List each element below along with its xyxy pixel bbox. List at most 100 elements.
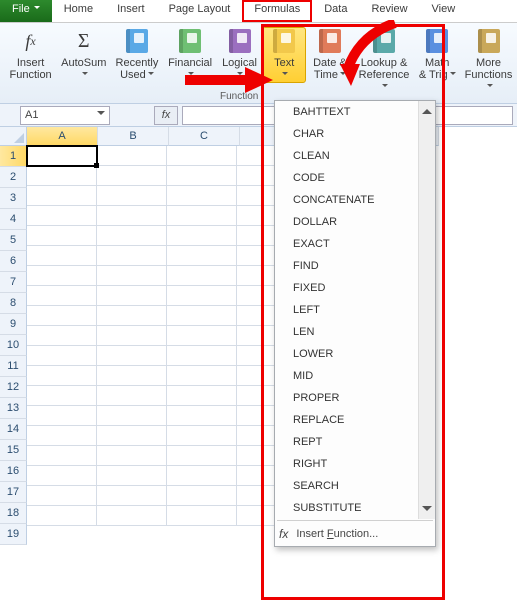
cell[interactable] (237, 486, 277, 506)
dropdown-item[interactable]: REPLACE (275, 409, 435, 431)
cell[interactable] (237, 446, 277, 466)
cell[interactable] (27, 346, 97, 366)
tab-formulas[interactable]: Formulas (242, 0, 312, 22)
dropdown-scrollbar[interactable] (418, 101, 435, 519)
row-header-6[interactable]: 6 (0, 251, 27, 272)
cell[interactable] (167, 146, 237, 166)
cell[interactable] (27, 246, 97, 266)
cell[interactable] (167, 266, 237, 286)
tab-review[interactable]: Review (359, 0, 419, 22)
cell[interactable] (97, 226, 167, 246)
tab-file[interactable]: File (0, 0, 52, 22)
row-header-2[interactable]: 2 (0, 167, 27, 188)
row-header-1[interactable]: 1 (0, 146, 27, 167)
cell[interactable] (27, 166, 97, 186)
chevron-down-icon[interactable] (97, 111, 105, 119)
cell[interactable] (27, 486, 97, 506)
dropdown-insert-function[interactable]: fxInsert Function... (275, 522, 435, 546)
row-header-10[interactable]: 10 (0, 335, 27, 356)
tab-home[interactable]: Home (52, 0, 105, 22)
col-header-c[interactable]: C (169, 127, 240, 146)
cell[interactable] (27, 426, 97, 446)
cell[interactable] (97, 206, 167, 226)
dropdown-item[interactable]: FIND (275, 255, 435, 277)
cell[interactable] (27, 206, 97, 226)
row-header-13[interactable]: 13 (0, 398, 27, 419)
cell[interactable] (167, 346, 237, 366)
row-header-4[interactable]: 4 (0, 209, 27, 230)
dropdown-item[interactable]: CONCATENATE (275, 189, 435, 211)
cell[interactable] (167, 226, 237, 246)
cell[interactable] (167, 306, 237, 326)
cell[interactable] (237, 186, 277, 206)
dropdown-item[interactable]: RIGHT (275, 453, 435, 475)
cell[interactable] (167, 326, 237, 346)
cell[interactable] (167, 186, 237, 206)
cell[interactable] (237, 226, 277, 246)
cell[interactable] (27, 326, 97, 346)
text-button[interactable]: Text (262, 27, 306, 83)
cell[interactable] (97, 166, 167, 186)
dropdown-item[interactable]: FIXED (275, 277, 435, 299)
cell[interactable] (27, 186, 97, 206)
dropdown-item[interactable]: EXACT (275, 233, 435, 255)
cell[interactable] (237, 146, 277, 166)
cell[interactable] (167, 506, 237, 526)
row-header-15[interactable]: 15 (0, 440, 27, 461)
row-header-14[interactable]: 14 (0, 419, 27, 440)
cell[interactable] (167, 486, 237, 506)
cell[interactable] (97, 146, 167, 166)
cell[interactable] (97, 446, 167, 466)
cell[interactable] (167, 446, 237, 466)
scroll-down-icon[interactable] (422, 506, 432, 516)
cell[interactable] (237, 346, 277, 366)
cell[interactable] (97, 346, 167, 366)
cell[interactable] (27, 146, 97, 166)
recently-used-button[interactable]: Recently Used (110, 27, 163, 83)
cell[interactable] (27, 386, 97, 406)
cell[interactable] (167, 206, 237, 226)
select-all-corner[interactable] (0, 127, 27, 146)
cell[interactable] (167, 166, 237, 186)
row-header-19[interactable]: 19 (0, 524, 27, 545)
autosum-button[interactable]: Σ AutoSum (57, 27, 110, 83)
cell[interactable] (27, 446, 97, 466)
fx-button[interactable]: fx (154, 106, 178, 125)
cell[interactable] (97, 266, 167, 286)
tab-data[interactable]: Data (312, 0, 359, 22)
dropdown-item[interactable]: REPT (275, 431, 435, 453)
cell[interactable] (237, 426, 277, 446)
cell[interactable] (97, 306, 167, 326)
date-time-button[interactable]: Date & Time (306, 27, 354, 83)
cell[interactable] (237, 306, 277, 326)
cell[interactable] (167, 426, 237, 446)
dropdown-item[interactable]: SUBSTITUTE (275, 497, 435, 519)
scroll-up-icon[interactable] (422, 104, 432, 114)
dropdown-item[interactable]: LEN (275, 321, 435, 343)
cell[interactable] (167, 286, 237, 306)
tab-insert[interactable]: Insert (105, 0, 157, 22)
cell[interactable] (167, 386, 237, 406)
more-functions-button[interactable]: More Functions (460, 27, 517, 95)
row-header-12[interactable]: 12 (0, 377, 27, 398)
row-header-5[interactable]: 5 (0, 230, 27, 251)
cell[interactable] (27, 366, 97, 386)
cell[interactable] (237, 326, 277, 346)
cell[interactable] (167, 406, 237, 426)
logical-button[interactable]: Logical (217, 27, 263, 83)
cell[interactable] (27, 406, 97, 426)
cell[interactable] (237, 166, 277, 186)
cell[interactable] (97, 406, 167, 426)
row-header-11[interactable]: 11 (0, 356, 27, 377)
dropdown-item[interactable]: DOLLAR (275, 211, 435, 233)
dropdown-item[interactable]: BAHTTEXT (275, 101, 435, 123)
cell[interactable] (97, 326, 167, 346)
cell[interactable] (97, 246, 167, 266)
cell[interactable] (27, 286, 97, 306)
cell[interactable] (27, 466, 97, 486)
cell[interactable] (27, 306, 97, 326)
cell[interactable] (97, 366, 167, 386)
row-header-16[interactable]: 16 (0, 461, 27, 482)
row-header-3[interactable]: 3 (0, 188, 27, 209)
cell[interactable] (237, 266, 277, 286)
